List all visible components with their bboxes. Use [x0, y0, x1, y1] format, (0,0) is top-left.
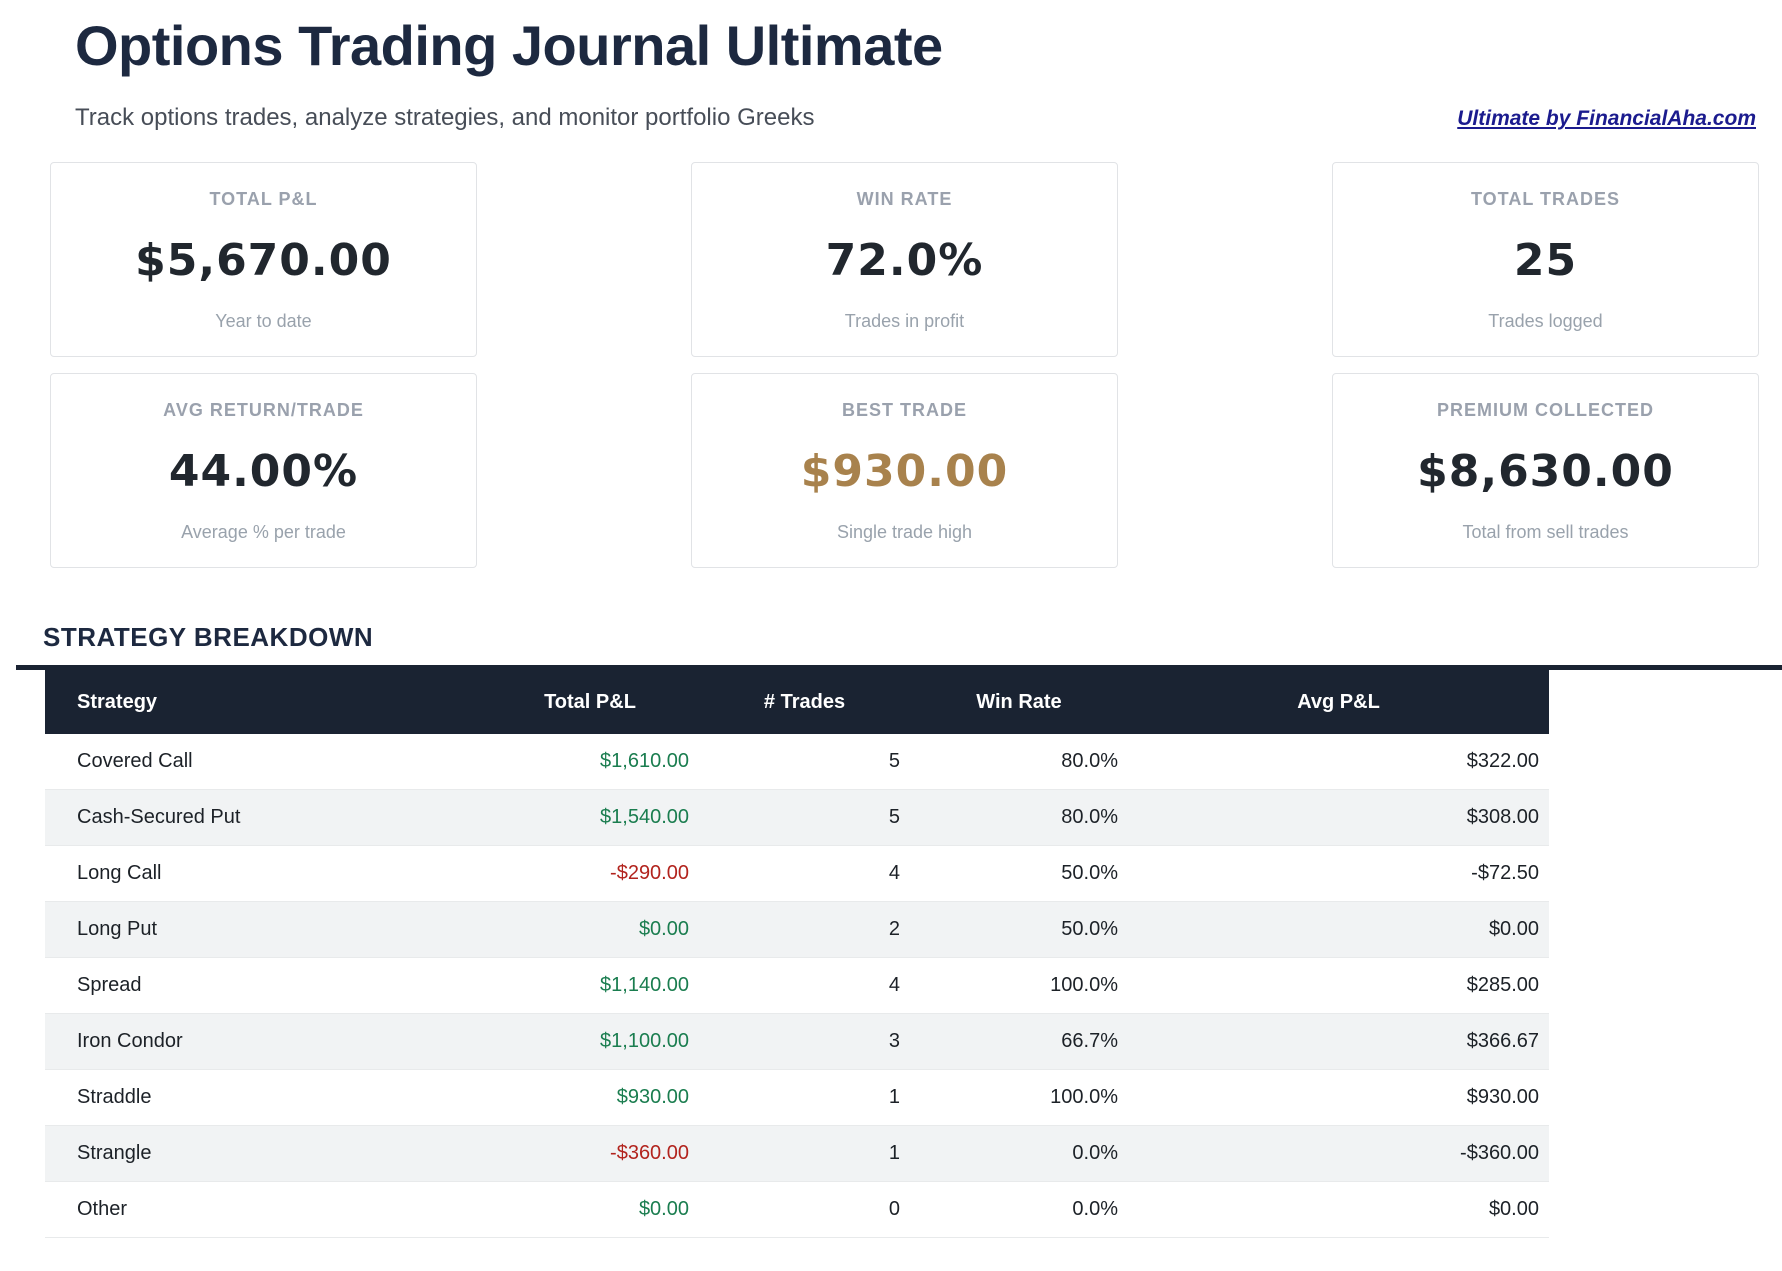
cell-total-pnl: $0.00	[638, 918, 689, 941]
stat-value: $5,670.00	[135, 235, 392, 287]
cell-win-rate: 0.0%	[1072, 1142, 1118, 1165]
cell-avg-pnl: -$72.50	[1471, 862, 1539, 885]
cell-strategy: Cash-Secured Put	[77, 806, 241, 829]
cell-total-pnl: -$360.00	[610, 1142, 689, 1165]
table-row: Long Put $0.00 2 50.0% $0.00	[45, 902, 1549, 959]
cell-trades: 3	[888, 1030, 900, 1053]
cell-total-pnl: -$290.00	[610, 862, 689, 885]
table-header-row: Strategy Total P&L # Trades Win Rate Avg…	[45, 670, 1549, 735]
stat-caption: Trades in profit	[844, 311, 965, 332]
cell-trades: 5	[888, 750, 900, 773]
stat-label: AVG RETURN/TRADE	[163, 400, 364, 421]
cell-total-pnl: $0.00	[638, 1198, 689, 1221]
cell-avg-pnl: -$360.00	[1460, 1142, 1539, 1165]
stats-grid: TOTAL P&L $5,670.00 Year to date WIN RAT…	[50, 162, 1759, 569]
stat-value: 25	[1513, 235, 1578, 287]
stat-value: 44.00%	[168, 446, 359, 498]
cell-total-pnl: $930.00	[616, 1086, 689, 1109]
table-row: Straddle $930.00 1 100.0% $930.00	[45, 1070, 1549, 1127]
header-cell-avg-pnl: Avg P&L	[1297, 690, 1380, 713]
stat-label: TOTAL P&L	[209, 189, 318, 210]
cell-strategy: Other	[77, 1198, 128, 1221]
header-cell-trades: # Trades	[763, 690, 846, 713]
stat-caption: Total from sell trades	[1462, 522, 1629, 543]
stat-card-avg-return-trade: AVG RETURN/TRADE 44.00% Average % per tr…	[50, 373, 477, 569]
header-cell-total-pnl: Total P&L	[544, 690, 636, 713]
cell-win-rate: 100.0%	[1050, 1086, 1118, 1109]
cell-avg-pnl: $322.00	[1466, 750, 1539, 773]
stat-value: $8,630.00	[1417, 446, 1674, 498]
stat-card-best-trade: BEST TRADE $930.00 Single trade high	[691, 373, 1118, 569]
stat-card-premium-collected: PREMIUM COLLECTED $8,630.00 Total from s…	[1332, 373, 1759, 569]
table-row: Spread $1,140.00 4 100.0% $285.00	[45, 958, 1549, 1015]
page-title: Options Trading Journal Ultimate	[75, 14, 943, 77]
stat-caption: Trades logged	[1488, 311, 1603, 332]
cell-trades: 4	[888, 974, 900, 997]
cell-win-rate: 80.0%	[1061, 806, 1118, 829]
stat-card-win-rate: WIN RATE 72.0% Trades in profit	[691, 162, 1118, 358]
cell-strategy: Strangle	[77, 1142, 152, 1165]
page-subtitle: Track options trades, analyze strategies…	[75, 104, 815, 132]
cell-trades: 1	[888, 1086, 900, 1109]
brand-link[interactable]: Ultimate by FinancialAha.com	[1457, 107, 1756, 131]
cell-strategy: Iron Condor	[77, 1030, 183, 1053]
cell-win-rate: 50.0%	[1061, 862, 1118, 885]
stat-label: PREMIUM COLLECTED	[1437, 400, 1654, 421]
cell-strategy: Covered Call	[77, 750, 193, 773]
stat-caption: Year to date	[215, 311, 312, 332]
cell-avg-pnl: $0.00	[1488, 1198, 1539, 1221]
cell-trades: 2	[888, 918, 900, 941]
stat-value: $930.00	[800, 446, 1009, 498]
cell-strategy: Long Put	[77, 918, 158, 941]
cell-trades: 4	[888, 862, 900, 885]
cell-win-rate: 100.0%	[1050, 974, 1118, 997]
cell-avg-pnl: $930.00	[1466, 1086, 1539, 1109]
cell-win-rate: 50.0%	[1061, 918, 1118, 941]
cell-win-rate: 66.7%	[1061, 1030, 1118, 1053]
cell-avg-pnl: $308.00	[1466, 806, 1539, 829]
table-row: Strangle -$360.00 1 0.0% -$360.00	[45, 1126, 1549, 1183]
cell-strategy: Straddle	[77, 1086, 152, 1109]
cell-avg-pnl: $285.00	[1466, 974, 1539, 997]
cell-trades: 1	[888, 1142, 900, 1165]
cell-trades: 0	[888, 1198, 900, 1221]
table-row: Other $0.00 0 0.0% $0.00	[45, 1182, 1549, 1239]
header-cell-win-rate: Win Rate	[976, 690, 1062, 713]
cell-total-pnl: $1,100.00	[600, 1030, 689, 1053]
stat-card-total-pl: TOTAL P&L $5,670.00 Year to date	[50, 162, 477, 358]
cell-avg-pnl: $0.00	[1488, 918, 1539, 941]
cell-strategy: Spread	[77, 974, 142, 997]
header-cell-strategy: Strategy	[77, 690, 158, 713]
cell-avg-pnl: $366.67	[1466, 1030, 1539, 1053]
cell-total-pnl: $1,540.00	[600, 806, 689, 829]
strategy-table: Strategy Total P&L # Trades Win Rate Avg…	[45, 670, 1549, 1239]
stat-caption: Single trade high	[836, 522, 973, 543]
table-row: Long Call -$290.00 4 50.0% -$72.50	[45, 846, 1549, 903]
table-body: Covered Call $1,610.00 5 80.0% $322.00 C…	[45, 734, 1549, 1239]
stat-value: 72.0%	[825, 235, 984, 287]
table-row: Cash-Secured Put $1,540.00 5 80.0% $308.…	[45, 790, 1549, 847]
stat-label: BEST TRADE	[841, 400, 967, 421]
cell-win-rate: 80.0%	[1061, 750, 1118, 773]
stat-label: TOTAL TRADES	[1470, 189, 1620, 210]
cell-trades: 5	[888, 806, 900, 829]
cell-strategy: Long Call	[77, 862, 162, 885]
subtitle-row: Track options trades, analyze strategies…	[75, 104, 1756, 132]
stat-card-total-trades: TOTAL TRADES 25 Trades logged	[1332, 162, 1759, 358]
table-row: Iron Condor $1,100.00 3 66.7% $366.67	[45, 1014, 1549, 1071]
table-row: Covered Call $1,610.00 5 80.0% $322.00	[45, 734, 1549, 791]
cell-win-rate: 0.0%	[1072, 1198, 1118, 1221]
cell-total-pnl: $1,140.00	[600, 974, 689, 997]
stat-label: WIN RATE	[856, 189, 953, 210]
page-header: Options Trading Journal Ultimate Track o…	[75, 14, 1756, 132]
section-title: STRATEGY BREAKDOWN	[43, 622, 374, 653]
stat-caption: Average % per trade	[181, 522, 346, 543]
cell-total-pnl: $1,610.00	[600, 750, 689, 773]
